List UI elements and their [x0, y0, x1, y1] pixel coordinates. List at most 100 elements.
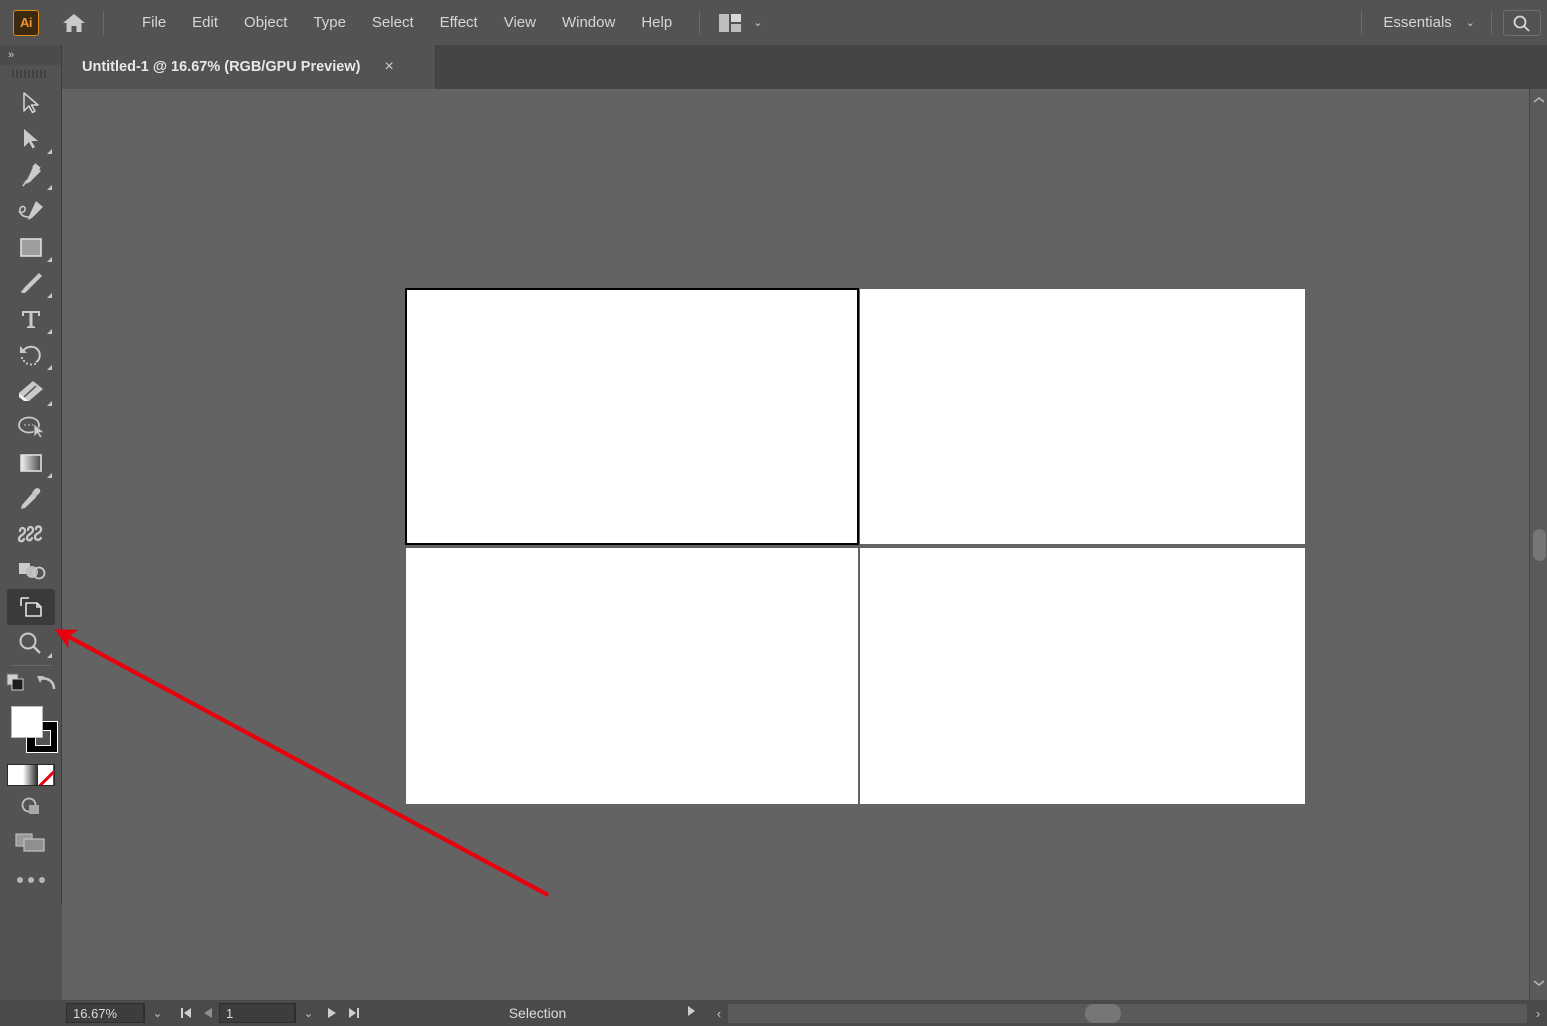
flyout-indicator-icon[interactable]	[46, 185, 52, 190]
arrange-chevron-down-icon[interactable]: ⌄	[753, 16, 762, 29]
vertical-scrollbar-thumb[interactable]	[1533, 529, 1546, 561]
horizontal-scrollbar[interactable]: ‹ ›	[710, 1000, 1547, 1026]
tool-pen[interactable]	[7, 157, 55, 193]
document-tab[interactable]: Untitled-1 @ 16.67% (RGB/GPU Preview) ×	[62, 45, 436, 89]
menu-item-file[interactable]: File	[129, 9, 179, 36]
tool-zoom[interactable]	[7, 625, 55, 661]
status-menu-icon[interactable]	[686, 1004, 696, 1022]
scroll-right-icon[interactable]: ›	[1529, 1004, 1547, 1023]
tool-direct-selection[interactable]	[7, 121, 55, 157]
artboard-1[interactable]	[405, 288, 859, 545]
fill-stroke-controls-row	[0, 670, 62, 700]
arrange-documents-icon[interactable]	[715, 10, 745, 36]
artboard-number-value: 1	[226, 1005, 234, 1021]
horizontal-scrollbar-track[interactable]	[728, 1004, 1527, 1023]
artboard-2[interactable]	[860, 289, 1305, 544]
ai-logo-icon: Ai	[13, 9, 39, 36]
flyout-indicator-icon[interactable]	[46, 293, 52, 298]
first-artboard-icon[interactable]	[175, 1003, 197, 1023]
status-bar-left-filler	[0, 1000, 62, 1026]
flyout-indicator-icon[interactable]	[46, 365, 52, 370]
tool-list	[0, 83, 61, 661]
menu-bar: Ai File Edit Object Type Select Effect V…	[0, 0, 1547, 45]
flyout-indicator-icon[interactable]	[46, 329, 52, 334]
horizontal-scrollbar-thumb[interactable]	[1085, 1004, 1121, 1023]
menu-item-edit[interactable]: Edit	[179, 9, 231, 36]
flyout-indicator-icon[interactable]	[46, 401, 52, 406]
workspace-switcher-label[interactable]: Essentials	[1371, 14, 1451, 31]
menu-item-list: File Edit Object Type Select Effect View…	[129, 9, 685, 36]
document-tab-title: Untitled-1 @ 16.67% (RGB/GPU Preview)	[82, 59, 361, 75]
artboard-number-field[interactable]: 1	[219, 1003, 295, 1023]
tool-paintbrush[interactable]	[7, 265, 55, 301]
tool-rotate[interactable]	[7, 337, 55, 373]
tool-selection[interactable]	[7, 85, 55, 121]
menu-item-view[interactable]: View	[491, 9, 549, 36]
flyout-indicator-icon[interactable]	[46, 653, 52, 658]
tools-panel: »	[0, 45, 62, 905]
scroll-left-icon[interactable]: ‹	[710, 1004, 728, 1023]
edit-toolbar-icon[interactable]	[0, 862, 61, 898]
zoom-level-value: 16.67%	[73, 1005, 118, 1021]
tool-eraser[interactable]	[7, 373, 55, 409]
illustrator-window: Ai File Edit Object Type Select Effect V…	[0, 0, 1547, 1026]
menu-item-effect[interactable]: Effect	[427, 9, 491, 36]
tools-panel-header[interactable]: »	[0, 45, 61, 65]
menu-bar-right: Essentials ⌄	[1352, 0, 1547, 45]
color-mode-swatches	[6, 764, 55, 786]
status-bar: 16.67% ⌄ 1 ⌄ Selection	[62, 1000, 710, 1026]
gradient-swatch-button[interactable]	[22, 765, 39, 785]
home-icon[interactable]	[54, 7, 94, 39]
tools-panel-grip-icon[interactable]	[0, 65, 61, 83]
tool-gradient[interactable]	[7, 445, 55, 481]
artboard-4[interactable]	[860, 548, 1305, 804]
menu-item-type[interactable]: Type	[300, 9, 359, 36]
swap-fill-stroke-icon[interactable]	[4, 672, 28, 699]
zoom-chevron-down-icon[interactable]: ⌄	[144, 1003, 170, 1023]
artboard-navigation: 1 ⌄	[175, 1003, 365, 1023]
search-icon[interactable]	[1503, 9, 1541, 36]
collapse-panel-icon[interactable]: »	[8, 49, 14, 61]
artboard-chevron-down-icon[interactable]: ⌄	[295, 1003, 321, 1023]
artboard-3[interactable]	[406, 548, 858, 804]
zoom-level-field[interactable]: 16.67%	[66, 1003, 144, 1023]
tool-blend[interactable]	[7, 517, 55, 553]
color-swatch-button[interactable]	[7, 765, 23, 785]
default-fill-stroke-icon[interactable]	[35, 672, 59, 699]
tool-shape-builder[interactable]	[7, 553, 55, 589]
tool-curvature[interactable]	[7, 193, 55, 229]
menu-divider-1	[103, 10, 104, 35]
menu-divider-2	[699, 10, 701, 35]
flyout-indicator-icon[interactable]	[46, 257, 52, 262]
fill-stroke-swatches	[0, 702, 62, 760]
fill-swatch[interactable]	[11, 706, 43, 738]
status-text: Selection	[508, 1005, 567, 1021]
close-icon[interactable]: ×	[384, 59, 393, 75]
scroll-up-icon[interactable]	[1530, 91, 1547, 109]
flyout-indicator-icon[interactable]	[46, 149, 52, 154]
none-swatch-button[interactable]	[38, 765, 54, 785]
menu-item-window[interactable]: Window	[549, 9, 628, 36]
tool-rectangle[interactable]	[7, 229, 55, 265]
screen-mode-icon[interactable]	[14, 830, 48, 859]
workspace-chevron-down-icon[interactable]: ⌄	[1466, 16, 1475, 29]
tool-type[interactable]	[7, 301, 55, 337]
artboard-container	[62, 89, 1547, 1000]
tools-divider	[10, 665, 51, 666]
menu-item-help[interactable]: Help	[628, 9, 685, 36]
last-artboard-icon[interactable]	[343, 1003, 365, 1023]
drawing-mode-icon[interactable]	[18, 795, 44, 824]
tool-lasso[interactable]	[7, 409, 55, 445]
scroll-down-icon[interactable]	[1530, 974, 1547, 992]
canvas-area[interactable]	[62, 89, 1547, 1000]
tool-eyedropper[interactable]	[7, 481, 55, 517]
menu-item-select[interactable]: Select	[359, 9, 427, 36]
status-indicator[interactable]: Selection	[365, 1000, 710, 1026]
flyout-indicator-icon[interactable]	[46, 473, 52, 478]
next-artboard-icon[interactable]	[321, 1003, 343, 1023]
drawing-mode-row	[0, 792, 62, 826]
tool-artboard[interactable]	[6, 589, 55, 625]
menu-item-object[interactable]: Object	[231, 9, 300, 36]
previous-artboard-icon[interactable]	[197, 1003, 219, 1023]
vertical-scrollbar[interactable]	[1529, 89, 1547, 1000]
